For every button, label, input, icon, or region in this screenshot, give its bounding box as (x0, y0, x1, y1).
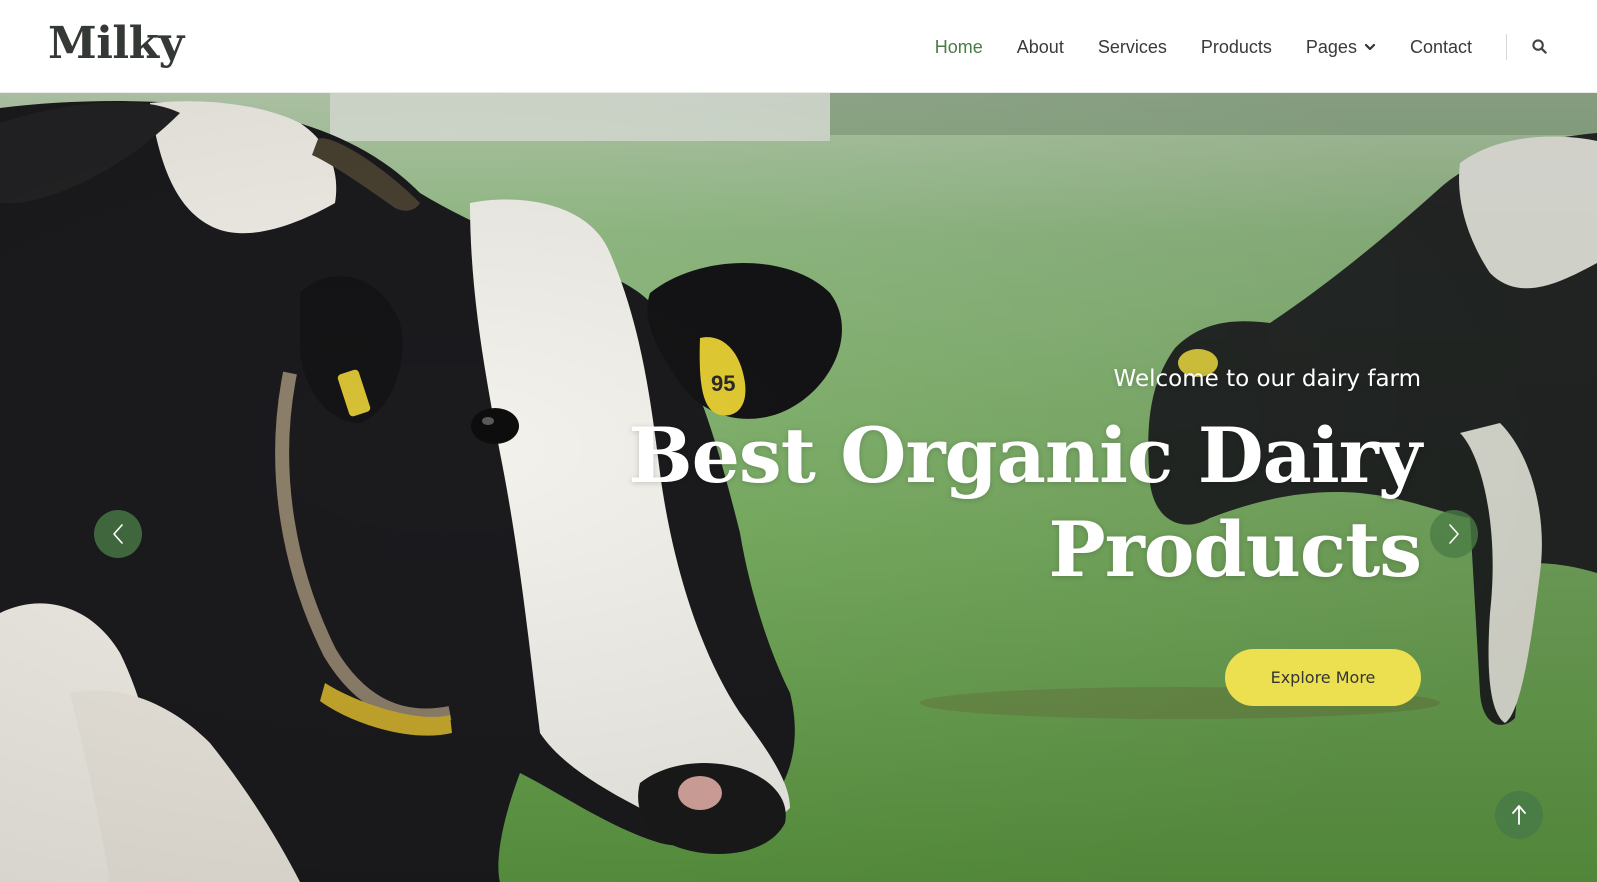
chevron-down-icon (1364, 43, 1376, 50)
nav-pages-label: Pages (1305, 36, 1357, 57)
carousel-next-button[interactable] (1430, 510, 1478, 558)
nav-contact[interactable]: Contact (1410, 35, 1472, 59)
nav-about[interactable]: About (1017, 35, 1064, 59)
hero-title-line-1: Best Organic Dairy (628, 411, 1422, 500)
carousel-prev-button[interactable] (94, 510, 142, 558)
back-to-top-button[interactable] (1495, 791, 1543, 839)
navbar: Milky Home About Services Products Pages… (0, 0, 1597, 93)
search-icon (1531, 39, 1547, 54)
hero-carousel: 95 Welcome to our dairy farm Best Organi… (0, 93, 1597, 882)
nav-services[interactable]: Services (1098, 35, 1167, 59)
nav-home[interactable]: Home (935, 35, 983, 59)
chevron-right-icon (1449, 524, 1459, 544)
arrow-up-icon (1512, 805, 1526, 825)
search-button[interactable] (1529, 37, 1549, 57)
nav-products[interactable]: Products (1201, 35, 1272, 59)
brand-logo[interactable]: Milky (48, 16, 184, 72)
chevron-left-icon (113, 524, 123, 544)
hero-subtitle: Welcome to our dairy farm (1113, 366, 1421, 392)
hero-text-block: Welcome to our dairy farm Best Organic D… (601, 363, 1422, 597)
nav-pages-dropdown[interactable]: Pages (1306, 35, 1376, 59)
hero-title: Best Organic Dairy Products (601, 409, 1422, 597)
explore-more-button[interactable]: Explore More (1225, 649, 1421, 706)
nav-divider (1506, 33, 1507, 60)
hero-title-line-2: Products (1048, 505, 1422, 594)
nav-menu: Home About Services Products Pages Conta… (935, 0, 1597, 93)
